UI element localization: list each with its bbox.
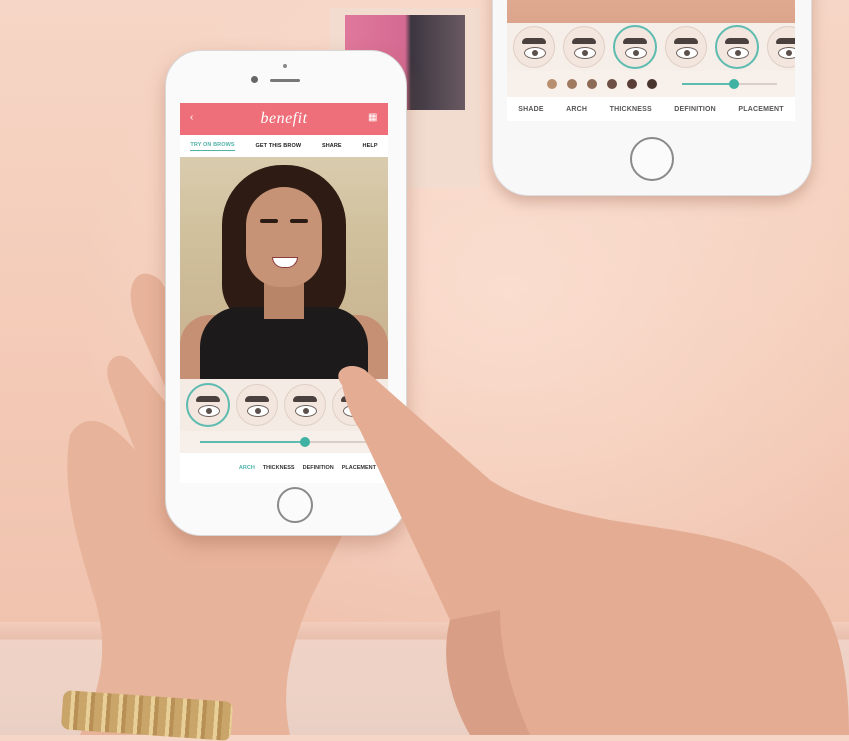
brow-icon — [623, 38, 647, 44]
selfie-preview — [180, 157, 388, 379]
tab-thickness[interactable]: THICKNESS — [263, 465, 295, 471]
nav-tab-get-this-brow[interactable]: GET THIS BROW — [256, 143, 302, 149]
brow-option[interactable] — [767, 26, 795, 68]
shade-swatch[interactable] — [567, 79, 577, 89]
brow-option[interactable] — [513, 26, 555, 68]
shade-swatch[interactable] — [607, 79, 617, 89]
brow-option-selected[interactable] — [186, 383, 230, 427]
shade-swatch[interactable] — [547, 79, 557, 89]
brow-option-selected[interactable] — [613, 25, 657, 69]
front-sensor — [283, 64, 287, 68]
brow-icon — [776, 38, 795, 44]
eyebrow-right — [290, 219, 308, 223]
eye-icon — [574, 47, 596, 59]
main-slider-fill — [200, 441, 305, 443]
top-slider-fill — [682, 83, 734, 85]
eye-icon — [625, 47, 647, 59]
tab-thickness[interactable]: THICKNESS — [610, 106, 652, 113]
app-nav-tabs: TRY ON BROWS GET THIS BROW SHARE HELP — [180, 135, 388, 157]
top-photo-area — [507, 0, 795, 23]
shade-swatch[interactable] — [627, 79, 637, 89]
tab-definition[interactable]: DEFINITION — [674, 106, 716, 113]
top-brow-options — [507, 23, 795, 71]
tab-arch[interactable]: ARCH — [566, 106, 587, 113]
top-slider-knob[interactable] — [729, 79, 739, 89]
eye-icon — [778, 47, 795, 59]
shade-swatch[interactable] — [647, 79, 657, 89]
nav-tab-help[interactable]: HELP — [363, 143, 378, 149]
home-button[interactable] — [630, 137, 674, 181]
brow-icon — [245, 396, 269, 402]
eye-icon — [247, 405, 269, 417]
right-hand — [338, 365, 849, 735]
brow-icon — [293, 396, 317, 402]
brow-icon — [196, 396, 220, 402]
eye-icon — [727, 47, 749, 59]
tab-arch[interactable]: ARCH — [239, 465, 255, 471]
top-phone-screen: SHADE ARCH THICKNESS DEFINITION PLACEMENT — [507, 0, 795, 121]
app-header: ‹ benefit ▦ — [180, 103, 388, 135]
brow-option[interactable] — [236, 384, 278, 426]
shade-selector — [507, 71, 795, 97]
eye-icon — [676, 47, 698, 59]
brand-logo: benefit — [260, 110, 308, 127]
earpiece-speaker — [270, 79, 300, 82]
brow-option[interactable] — [563, 26, 605, 68]
eye-icon — [524, 47, 546, 59]
brow-icon — [522, 38, 546, 44]
brow-option[interactable] — [665, 26, 707, 68]
menu-icon[interactable]: ▦ — [368, 113, 378, 123]
back-arrow-icon[interactable]: ‹ — [190, 113, 200, 123]
home-button[interactable] — [277, 487, 313, 523]
eyebrow-left — [260, 219, 278, 223]
nav-tab-share[interactable]: SHARE — [322, 143, 342, 149]
brow-icon — [674, 38, 698, 44]
brow-option[interactable] — [284, 384, 326, 426]
main-slider-knob[interactable] — [300, 437, 310, 447]
brow-icon — [725, 38, 749, 44]
brow-option[interactable] — [715, 25, 759, 69]
face — [246, 187, 322, 287]
eye-icon — [198, 405, 220, 417]
front-camera — [251, 76, 258, 83]
tab-shade[interactable]: SHADE — [518, 106, 544, 113]
eye-icon — [295, 405, 317, 417]
top-tab-bar: SHADE ARCH THICKNESS DEFINITION PLACEMENT — [507, 97, 795, 121]
nav-tab-try-on-brows[interactable]: TRY ON BROWS — [190, 142, 235, 151]
shade-swatch[interactable] — [587, 79, 597, 89]
top-phone: SHADE ARCH THICKNESS DEFINITION PLACEMENT — [492, 0, 812, 196]
brow-icon — [572, 38, 596, 44]
tab-placement[interactable]: PLACEMENT — [738, 106, 783, 113]
